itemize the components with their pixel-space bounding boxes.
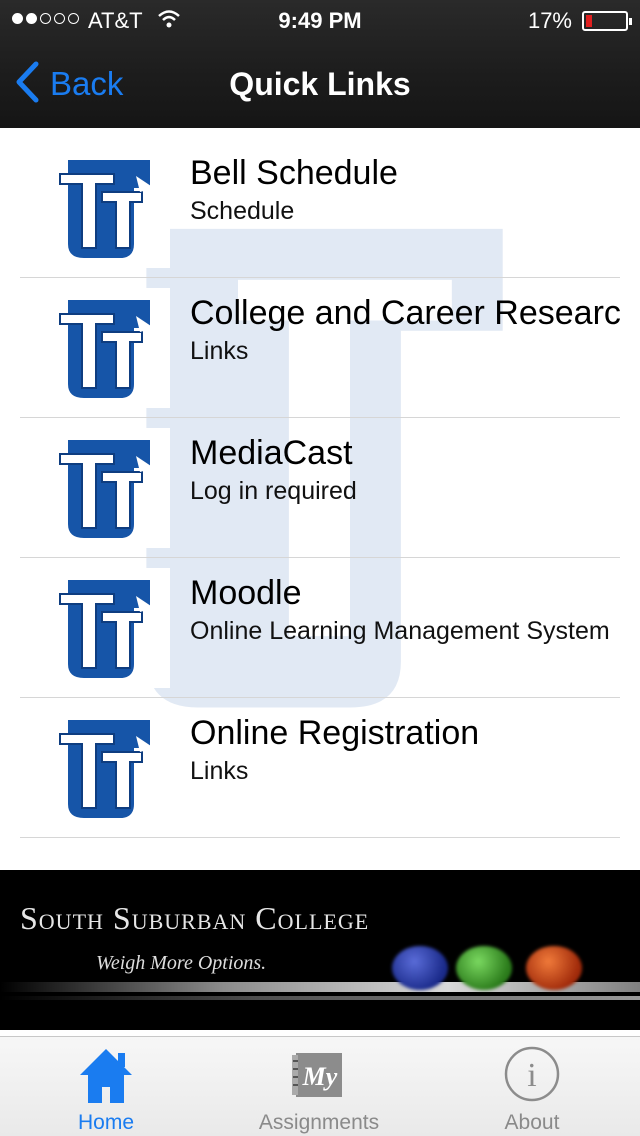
info-icon: i (503, 1045, 561, 1108)
top-bar: AT&T 9:49 PM 17% Back Quick Links (0, 0, 640, 128)
app-root: AT&T 9:49 PM 17% Back Quick Links Bell S… (0, 0, 640, 1136)
page-title: Quick Links (229, 66, 411, 102)
blue-ball-graphic (392, 946, 448, 990)
list-item-online-registration[interactable]: Online Registration Links (20, 698, 620, 838)
list-item-moodle[interactable]: Moodle Online Learning Management System (20, 558, 620, 698)
banner-stripe (0, 996, 640, 1000)
list-item-subtitle: Online Learning Management System (190, 617, 610, 645)
tab-home[interactable]: Home (6, 1037, 206, 1136)
list-item-title: Online Registration (190, 714, 480, 752)
school-logo-icon (50, 708, 170, 828)
tab-about[interactable]: i About (432, 1037, 632, 1136)
list-item-subtitle: Links (190, 757, 249, 785)
green-ball-graphic (456, 946, 512, 990)
tab-bar: Home My Assignments i About (0, 1036, 640, 1136)
list-item-title: College and Career Research (190, 294, 620, 332)
school-logo-icon (50, 568, 170, 688)
list-item-title: Moodle (190, 574, 302, 612)
list-item-bell-schedule[interactable]: Bell Schedule Schedule (20, 138, 620, 278)
tab-label: Assignments (258, 1111, 380, 1134)
tab-assignments[interactable]: My Assignments (219, 1037, 419, 1136)
svg-text:My: My (302, 1062, 338, 1091)
tab-label: About (504, 1111, 560, 1134)
list-item-subtitle: Links (190, 337, 249, 365)
school-logo-icon (50, 428, 170, 548)
battery-icon (582, 11, 632, 31)
banner-college-name: South Suburban College (20, 900, 370, 936)
home-icon (76, 1045, 136, 1112)
banner-tagline: Weigh More Options. (96, 952, 267, 974)
navigation-bar: Back Quick Links (0, 40, 640, 128)
list-item-college-career[interactable]: College and Career Research Links (20, 278, 620, 418)
list-item-mediacast[interactable]: MediaCast Log in required (20, 418, 620, 558)
list-item-title: Bell Schedule (190, 154, 398, 192)
status-bar: AT&T 9:49 PM 17% (0, 0, 640, 40)
school-logo-icon (50, 148, 170, 268)
list-item-subtitle: Log in required (190, 477, 357, 505)
quick-links-list[interactable]: Bell Schedule Schedule College and Caree… (20, 138, 620, 840)
battery-percent: 17% (527, 8, 572, 33)
college-ad-banner[interactable]: South Suburban College Weigh More Option… (0, 870, 640, 1030)
svg-text:i: i (527, 1057, 536, 1094)
assignments-icon: My (292, 1045, 346, 1106)
list-item-subtitle: Schedule (190, 197, 295, 225)
school-logo-icon (50, 288, 170, 408)
list-item-title: MediaCast (190, 434, 353, 472)
tab-label: Home (77, 1111, 135, 1134)
orange-ball-graphic (526, 946, 582, 990)
